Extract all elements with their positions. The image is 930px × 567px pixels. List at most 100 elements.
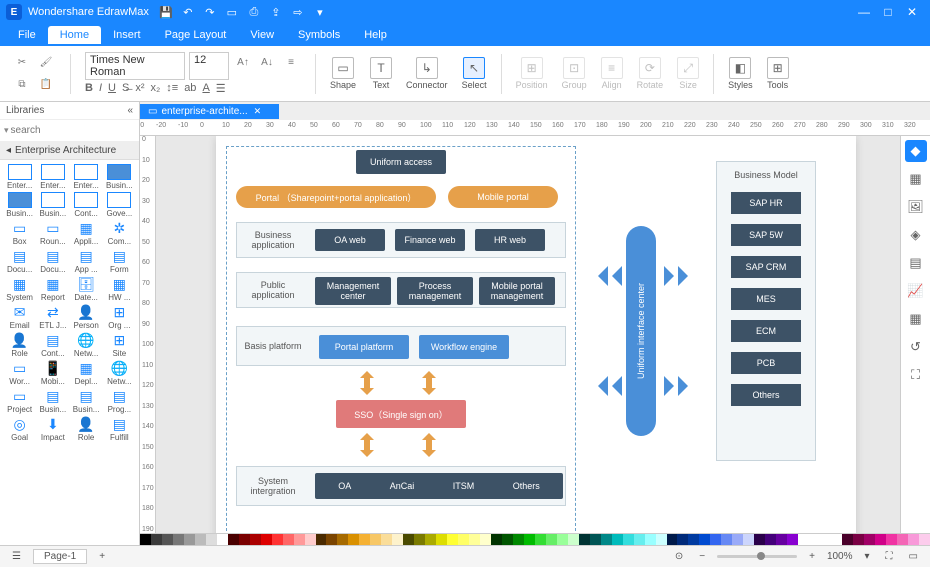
bm-mes[interactable]: MES [731, 288, 801, 310]
color-swatch[interactable] [316, 534, 327, 545]
font-grow-icon[interactable]: A↑ [233, 52, 253, 72]
shape-item[interactable]: ▭Roun... [37, 220, 68, 246]
color-swatch[interactable] [173, 534, 184, 545]
close-button[interactable]: ✕ [900, 0, 924, 24]
size-button[interactable]: ⤢Size [673, 55, 703, 92]
color-swatch[interactable] [425, 534, 436, 545]
color-swatch[interactable] [656, 534, 667, 545]
bm-others[interactable]: Others [731, 384, 801, 406]
color-swatch[interactable] [491, 534, 502, 545]
select-button[interactable]: ↖Select [458, 55, 491, 92]
shape-item[interactable]: ▭Project [4, 388, 35, 414]
color-swatch[interactable] [853, 534, 864, 545]
rotate-button[interactable]: ⟳Rotate [633, 55, 668, 92]
color-swatch[interactable] [842, 534, 853, 545]
color-swatch[interactable] [239, 534, 250, 545]
shape-item[interactable]: Enter... [37, 164, 68, 190]
expand-icon[interactable]: ⛶ [905, 364, 927, 386]
color-swatch[interactable] [831, 534, 842, 545]
color-swatch[interactable] [392, 534, 403, 545]
zoom-slider[interactable] [717, 555, 797, 558]
shape-item[interactable]: ⊞Org ... [104, 304, 135, 330]
color-swatch[interactable] [820, 534, 831, 545]
menu-help[interactable]: Help [352, 26, 399, 44]
shape-item[interactable]: ⬇Impact [37, 416, 68, 442]
maximize-button[interactable]: □ [876, 0, 900, 24]
integration-row[interactable]: OA AnCai ITSM Others [315, 473, 563, 499]
history-icon[interactable]: ↺ [905, 336, 927, 358]
business-app-section[interactable]: Business application OA web Finance web … [236, 222, 566, 258]
underline-button[interactable]: U [108, 82, 116, 95]
color-swatch[interactable] [469, 534, 480, 545]
menu-page-layout[interactable]: Page Layout [153, 26, 239, 44]
color-swatch[interactable] [546, 534, 557, 545]
color-swatch[interactable] [557, 534, 568, 545]
copy-icon[interactable]: ⧉ [12, 75, 32, 95]
shape-item[interactable]: ▭Wor... [4, 360, 35, 386]
shape-item[interactable]: Busin... [104, 164, 135, 190]
color-swatch[interactable] [809, 534, 820, 545]
color-swatch[interactable] [754, 534, 765, 545]
shape-item[interactable]: ▤Busin... [37, 388, 68, 414]
shape-item[interactable]: ▤Docu... [4, 248, 35, 274]
bm-sap-5w[interactable]: SAP 5W [731, 224, 801, 246]
shape-item[interactable]: 🗄Date... [71, 276, 102, 302]
minimize-button[interactable]: — [852, 0, 876, 24]
hr-web-box[interactable]: HR web [475, 229, 545, 251]
color-swatch[interactable] [634, 534, 645, 545]
table-icon[interactable]: ▦ [905, 308, 927, 330]
color-swatch[interactable] [283, 534, 294, 545]
color-swatch[interactable] [568, 534, 579, 545]
color-swatch[interactable] [798, 534, 809, 545]
font-family-select[interactable]: Times New Roman [85, 52, 185, 80]
shape-item[interactable]: ◎Goal [4, 416, 35, 442]
paintbrush-icon[interactable]: 🖌 [36, 53, 56, 73]
shape-item[interactable]: ▤Cont... [37, 332, 68, 358]
shape-item[interactable]: ▦Report [37, 276, 68, 302]
shape-item[interactable]: 🌐Netw... [104, 360, 135, 386]
zoom-out-button[interactable]: − [695, 551, 709, 562]
oa-web-box[interactable]: OA web [315, 229, 385, 251]
print-icon[interactable]: ⎙ [245, 3, 263, 21]
shape-item[interactable]: ✲Com... [104, 220, 135, 246]
color-swatch[interactable] [908, 534, 919, 545]
business-model-panel[interactable]: Business Model SAP HR SAP 5W SAP CRM MES… [716, 161, 816, 461]
fullscreen-icon[interactable]: ⛶ [882, 551, 897, 562]
save-icon[interactable]: 💾 [157, 3, 175, 21]
color-swatch[interactable] [502, 534, 513, 545]
color-swatch[interactable] [743, 534, 754, 545]
zoom-dropdown[interactable]: ▾ [861, 551, 874, 562]
styles-button[interactable]: ◧Styles [724, 55, 757, 92]
shape-item[interactable]: ⇄ETL J... [37, 304, 68, 330]
color-swatch[interactable] [447, 534, 458, 545]
zoom-in-button[interactable]: + [805, 551, 819, 562]
color-swatch[interactable] [524, 534, 535, 545]
image-icon[interactable]: 🖼 [905, 196, 927, 218]
color-swatch[interactable] [787, 534, 798, 545]
uniform-access-box[interactable]: Uniform access [356, 150, 446, 174]
color-swatch[interactable] [623, 534, 634, 545]
color-palette[interactable] [140, 533, 930, 545]
subscript-button[interactable]: x₂ [150, 82, 160, 95]
bold-button[interactable]: B [85, 82, 93, 95]
align-icon[interactable]: ≡ [281, 52, 301, 72]
uniform-interface-center[interactable]: Uniform interface center [626, 226, 656, 436]
mobile-portal-box[interactable]: Mobile portal [448, 186, 558, 208]
italic-button[interactable]: I [99, 82, 102, 95]
paste-icon[interactable]: 📋 [36, 75, 56, 95]
shape-item[interactable]: ▦Depl... [71, 360, 102, 386]
shape-item[interactable]: 👤Role [71, 416, 102, 442]
color-swatch[interactable] [864, 534, 875, 545]
font-shrink-icon[interactable]: A↓ [257, 52, 277, 72]
shape-item[interactable]: 👤Role [4, 332, 35, 358]
mobile-mgmt-box[interactable]: Mobile portal management [479, 277, 555, 305]
page-tab[interactable]: Page-1 [33, 549, 87, 564]
color-swatch[interactable] [765, 534, 776, 545]
bm-sap-hr[interactable]: SAP HR [731, 192, 801, 214]
shape-item[interactable]: ▤Docu... [37, 248, 68, 274]
collapse-icon[interactable]: « [127, 105, 133, 116]
presentation-icon[interactable]: ▭ [905, 551, 922, 562]
shape-item[interactable]: Cont... [71, 192, 102, 218]
color-swatch[interactable] [590, 534, 601, 545]
portal-box[interactable]: Portal （Sharepoint+portal application） [236, 186, 436, 208]
